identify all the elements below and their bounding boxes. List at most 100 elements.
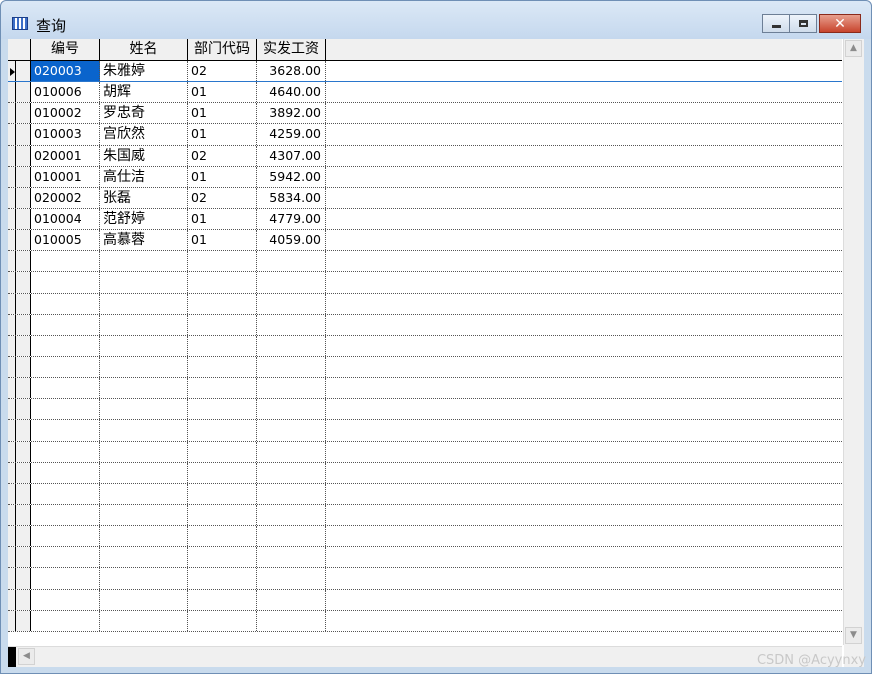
cell-id[interactable]: 010001 xyxy=(31,166,100,187)
empty-row xyxy=(8,314,842,336)
empty-row xyxy=(8,462,842,484)
cell-dept[interactable]: 01 xyxy=(188,103,257,124)
empty-row xyxy=(8,335,842,357)
cell-filler xyxy=(326,230,842,250)
maximize-button[interactable] xyxy=(789,14,817,33)
watermark: CSDN @Acyynxy xyxy=(756,653,866,668)
cell-filler xyxy=(326,124,842,144)
row-selector[interactable] xyxy=(8,61,31,82)
cell-salary[interactable]: 4259.00 xyxy=(257,124,326,145)
scroll-up-icon[interactable]: ▲ xyxy=(845,40,862,57)
cell-dept[interactable]: 01 xyxy=(188,82,257,103)
vertical-scrollbar[interactable]: ▲ ▼ xyxy=(843,39,864,645)
empty-cell xyxy=(326,420,842,440)
column-header-salary[interactable]: 实发工资 xyxy=(257,39,326,60)
browse-grid[interactable]: 编号 姓名 部门代码 实发工资 020003 朱雅婷 02 3628.00 010006… xyxy=(8,39,864,667)
empty-cell xyxy=(100,420,188,441)
row-selector[interactable] xyxy=(8,103,31,124)
cell-dept[interactable]: 01 xyxy=(188,230,257,251)
cell-salary[interactable]: 4779.00 xyxy=(257,208,326,230)
cell-id[interactable]: 010004 xyxy=(31,208,100,230)
row-selector[interactable] xyxy=(8,145,31,166)
title-bar[interactable]: 查询 ✕ xyxy=(1,1,871,39)
close-button[interactable]: ✕ xyxy=(819,14,861,33)
cell-name[interactable]: 高仕洁 xyxy=(100,166,188,187)
row-selector xyxy=(8,356,31,378)
empty-cell xyxy=(326,251,842,271)
empty-cell xyxy=(31,547,100,568)
cell-id[interactable]: 010002 xyxy=(31,103,100,124)
empty-cell xyxy=(188,589,257,610)
table-row[interactable]: 020003 朱雅婷 02 3628.00 xyxy=(8,61,842,83)
column-header-name[interactable]: 姓名 xyxy=(100,39,188,60)
cell-filler xyxy=(326,188,842,208)
row-selector[interactable] xyxy=(8,187,31,209)
empty-cell xyxy=(326,294,842,314)
cell-salary[interactable]: 5834.00 xyxy=(257,187,326,208)
cell-salary[interactable]: 5942.00 xyxy=(257,166,326,187)
empty-cell xyxy=(326,357,842,377)
empty-cell xyxy=(188,504,257,526)
table-row[interactable]: 010001 高仕洁 01 5942.00 xyxy=(8,166,842,188)
cell-dept[interactable]: 02 xyxy=(188,61,257,82)
cell-name[interactable]: 范舒婷 xyxy=(100,208,188,230)
grid-header: 编号 姓名 部门代码 实发工资 xyxy=(8,39,842,61)
row-selector[interactable] xyxy=(8,124,31,145)
row-selector[interactable] xyxy=(8,166,31,187)
cell-id[interactable]: 020001 xyxy=(31,145,100,166)
cell-salary[interactable]: 4059.00 xyxy=(257,230,326,251)
cell-filler xyxy=(326,82,842,102)
column-header-dept[interactable]: 部门代码 xyxy=(188,39,257,60)
scroll-left-icon[interactable]: ◀ xyxy=(18,648,35,665)
cell-name[interactable]: 张磊 xyxy=(100,187,188,208)
empty-cell xyxy=(326,315,842,335)
column-header-id[interactable]: 编号 xyxy=(31,39,100,60)
empty-cell xyxy=(100,251,188,272)
row-selector xyxy=(8,314,31,335)
empty-cell xyxy=(257,251,326,272)
table-row[interactable]: 010004 范舒婷 01 4779.00 xyxy=(8,208,842,231)
table-row[interactable]: 020001 朱国威 02 4307.00 xyxy=(8,145,842,167)
empty-cell xyxy=(31,314,100,335)
scroll-down-icon[interactable]: ▼ xyxy=(845,627,862,644)
cell-salary[interactable]: 4640.00 xyxy=(257,82,326,103)
minimize-button[interactable] xyxy=(762,14,790,33)
empty-row xyxy=(8,356,842,379)
cell-name[interactable]: 罗忠奇 xyxy=(100,103,188,124)
cell-id[interactable]: 010005 xyxy=(31,230,100,251)
table-row[interactable]: 010006 胡辉 01 4640.00 xyxy=(8,82,842,104)
cell-id[interactable]: 020003 xyxy=(31,61,100,82)
cell-salary[interactable]: 3892.00 xyxy=(257,103,326,124)
table-row[interactable]: 010002 罗忠奇 01 3892.00 xyxy=(8,103,842,125)
table-row[interactable]: 010003 宫欣然 01 4259.00 xyxy=(8,124,842,146)
row-selector[interactable] xyxy=(8,82,31,103)
empty-cell xyxy=(257,547,326,568)
horizontal-scrollbar[interactable]: ◀ xyxy=(8,646,842,667)
cell-dept[interactable]: 02 xyxy=(188,145,257,166)
cell-salary[interactable]: 3628.00 xyxy=(257,61,326,82)
cell-dept[interactable]: 02 xyxy=(188,187,257,208)
empty-cell xyxy=(31,420,100,441)
cell-name[interactable]: 朱国威 xyxy=(100,145,188,166)
cell-salary[interactable]: 4307.00 xyxy=(257,145,326,166)
cell-name[interactable]: 高慕蓉 xyxy=(100,230,188,251)
row-selector xyxy=(8,589,31,610)
empty-cell xyxy=(188,356,257,378)
cell-dept[interactable]: 01 xyxy=(188,208,257,230)
row-selector[interactable] xyxy=(8,230,31,251)
cell-id[interactable]: 010006 xyxy=(31,82,100,103)
empty-cell xyxy=(188,378,257,399)
cell-dept[interactable]: 01 xyxy=(188,166,257,187)
cell-id[interactable]: 020002 xyxy=(31,187,100,208)
cell-name[interactable]: 胡辉 xyxy=(100,82,188,103)
table-row[interactable]: 010005 高慕蓉 01 4059.00 xyxy=(8,230,842,252)
table-row[interactable]: 020002 张磊 02 5834.00 xyxy=(8,187,842,209)
cell-name[interactable]: 朱雅婷 xyxy=(100,61,188,82)
cell-id[interactable]: 010003 xyxy=(31,124,100,145)
row-selector[interactable] xyxy=(8,208,31,230)
cell-name[interactable]: 宫欣然 xyxy=(100,124,188,145)
empty-cell xyxy=(100,314,188,335)
empty-cell xyxy=(31,356,100,378)
empty-row xyxy=(8,568,842,590)
cell-dept[interactable]: 01 xyxy=(188,124,257,145)
